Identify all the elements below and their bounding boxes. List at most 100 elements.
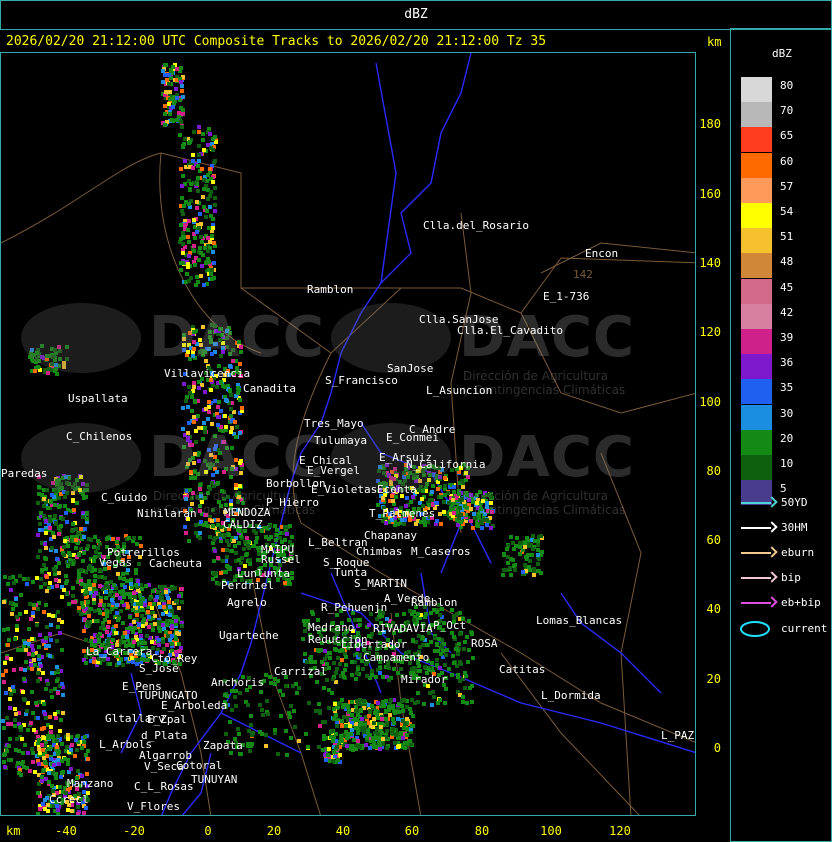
colorbar-swatch <box>741 152 772 178</box>
place-label: Ecenta <box>377 483 417 496</box>
place-label: Carrizal <box>274 665 327 678</box>
track-label: eburn <box>781 546 815 559</box>
place-label: Canadita <box>243 382 296 395</box>
place-label: S_Jose <box>139 662 179 675</box>
place-label: T_Palmenes <box>369 507 436 520</box>
place-label: Ramblon <box>307 283 354 296</box>
colorbar-label: 39 <box>780 331 794 344</box>
place-label: L_PAZ <box>661 729 695 742</box>
colorbar-label: 42 <box>780 305 794 319</box>
place-label: Clla.del_Rosario <box>423 219 529 232</box>
place-label: Lomas_Blancas <box>536 614 623 627</box>
x-tick-label: 20 <box>266 824 282 838</box>
header-title: 2026/02/20 21:12:00 UTC Composite Tracks… <box>6 34 547 49</box>
top-title: dBZ <box>404 7 428 22</box>
colorbar-label: 36 <box>780 356 794 370</box>
track-legend-item: 30HM <box>741 521 831 535</box>
x-tick-label: 60 <box>404 824 420 838</box>
place-label: Tulumaya <box>314 434 367 447</box>
place-label: E_Arboleda <box>161 699 228 712</box>
place-label: Cotoral <box>176 759 223 772</box>
colorbar-swatch <box>741 203 772 228</box>
place-label: Campamento <box>363 651 430 664</box>
km-label-top: km <box>707 35 722 49</box>
colorbar-swatch <box>741 278 772 304</box>
arrow-icon <box>766 571 778 583</box>
colorbar-swatch <box>741 177 772 203</box>
dacc-subtitle: Dirección de Agricultura y Contingencias … <box>463 489 626 517</box>
place-label: Anchoris <box>211 676 264 689</box>
y-tick-label: 160 <box>699 187 721 201</box>
place-label: Zapata <box>203 739 243 752</box>
colorbar-swatch <box>741 455 772 480</box>
place-label: Clla.El_Cavadito <box>457 324 563 337</box>
place-label: Mirador <box>401 673 448 686</box>
place-label: Russel <box>261 553 301 566</box>
track-label: 30HM <box>781 521 808 534</box>
colorbar-swatch <box>741 354 772 380</box>
place-label: E_1-736 <box>543 290 590 303</box>
colorbar-label: 57 <box>780 179 794 193</box>
colorbar-swatch <box>741 404 772 430</box>
place-label: E_Vergel <box>307 464 360 477</box>
y-tick-label: 140 <box>699 256 721 270</box>
current-label: current <box>781 622 828 635</box>
place-label: La_Carrera <box>86 645 153 658</box>
dacc-logo-icon <box>21 303 141 373</box>
track-legend-item: 50YD <box>741 496 831 510</box>
place-label: Cacheuta <box>149 557 202 570</box>
track-legend-item: eburn <box>741 546 831 560</box>
place-label: RIVADAVIA <box>373 622 433 635</box>
place-label: Paredas <box>1 467 48 480</box>
place-label: Ugarteche <box>219 629 279 642</box>
current-ellipse-icon <box>740 621 770 637</box>
place-label: S_Francisco <box>325 374 398 387</box>
track-legend-item: bip <box>741 571 831 585</box>
track-label: 50YD <box>781 496 808 509</box>
place-label: Perdriel <box>221 579 274 592</box>
colorbar-swatch <box>741 429 772 455</box>
place-label: Tres_Mayo <box>304 417 364 430</box>
colorbar-label: 30 <box>780 406 794 420</box>
arrow-icon <box>766 521 778 533</box>
colorbar-label: 51 <box>780 230 794 244</box>
colorbar-label: 45 <box>780 280 794 294</box>
place-label: Manzano <box>67 777 114 790</box>
x-tick-label: -20 <box>123 824 145 838</box>
place-label: M_Caseros <box>411 545 471 558</box>
colorbar-label: 10 <box>780 457 794 470</box>
track-legend-item: eb+bip <box>741 596 831 610</box>
place-label: C_L_Rosas <box>134 780 194 793</box>
place-label: Encon <box>585 247 619 260</box>
x-tick-label: 120 <box>609 824 631 838</box>
top-title-bar: dBZ <box>0 0 832 30</box>
y-tick-label: 40 <box>706 602 721 616</box>
place-label: E_Violetas <box>311 483 378 496</box>
place-label: C_Chilenos <box>66 430 133 443</box>
place-label: E_Conmei <box>386 431 439 444</box>
place-label: P_Hierro <box>266 496 319 509</box>
place-label: N_California <box>406 458 486 471</box>
radar-map[interactable]: DACC DACC Dirección de Agricultura y Cont… <box>0 52 696 816</box>
place-label: Chapanay <box>364 529 417 542</box>
place-label: 142 <box>573 268 593 281</box>
place-label: Agrelo <box>227 596 267 609</box>
colorbar-swatch <box>741 253 772 279</box>
colorbar-swatch <box>741 77 772 102</box>
colorbar-label: 60 <box>780 154 794 168</box>
place-label: Gltallarv <box>105 712 165 725</box>
place-label: Villavicencia <box>164 367 251 380</box>
colorbar-label: 20 <box>780 431 794 445</box>
legend-title: dBZ <box>772 47 792 60</box>
x-tick-label: 100 <box>540 824 562 838</box>
colorbar-swatch <box>741 127 772 153</box>
place-label: Ramblon <box>411 596 458 609</box>
colorbar-label: 5 <box>780 482 787 496</box>
place-label: R_Pehuenjn <box>321 601 388 614</box>
colorbar-label: 35 <box>780 381 794 395</box>
place-label: S_MARTIN <box>354 577 407 590</box>
track-label: bip <box>781 571 801 584</box>
x-tick-label: -40 <box>55 824 77 838</box>
place-label: V_Flores <box>127 800 180 813</box>
place-label: C_Guido <box>101 491 148 504</box>
